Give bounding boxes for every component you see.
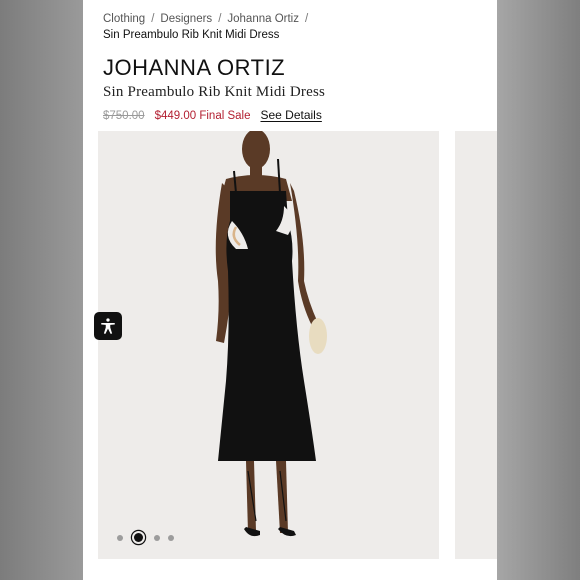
carousel-dots bbox=[117, 533, 174, 542]
product-title: Sin Preambulo Rib Knit Midi Dress bbox=[103, 84, 326, 100]
sale-price: $449.00 Final Sale bbox=[154, 110, 251, 122]
carousel-dot[interactable] bbox=[168, 534, 174, 541]
product-image-carousel[interactable] bbox=[98, 131, 439, 559]
breadcrumb-current: Sin Preambulo Rib Knit Midi Dress bbox=[103, 29, 280, 41]
next-image-preview[interactable] bbox=[455, 131, 497, 559]
background-left bbox=[0, 0, 83, 580]
brand-name[interactable]: JOHANNA ORTIZ bbox=[103, 55, 285, 81]
breadcrumb-separator: / bbox=[151, 13, 155, 25]
original-price: $750.00 bbox=[103, 110, 145, 122]
carousel-dot[interactable] bbox=[117, 534, 123, 541]
breadcrumb-separator: / bbox=[218, 13, 222, 25]
breadcrumb-item-designers[interactable]: Designers bbox=[160, 12, 212, 26]
product-page: Clothing / Designers / Johanna Ortiz / S… bbox=[83, 0, 497, 580]
see-details-link[interactable]: See Details bbox=[260, 108, 321, 122]
carousel-dot-active[interactable] bbox=[134, 533, 143, 542]
breadcrumb-separator: / bbox=[305, 13, 309, 25]
carousel-dot[interactable] bbox=[154, 534, 160, 541]
background-right bbox=[497, 0, 580, 580]
breadcrumb-item-clothing[interactable]: Clothing bbox=[103, 12, 145, 26]
product-image bbox=[215, 131, 327, 537]
accessibility-icon bbox=[101, 318, 115, 334]
accessibility-button[interactable] bbox=[94, 312, 122, 340]
breadcrumb-item-johanna-ortiz[interactable]: Johanna Ortiz bbox=[227, 12, 299, 26]
breadcrumb: Clothing / Designers / Johanna Ortiz / S… bbox=[103, 12, 308, 42]
price-row: $750.00 $449.00 Final Sale See Details bbox=[103, 108, 322, 122]
